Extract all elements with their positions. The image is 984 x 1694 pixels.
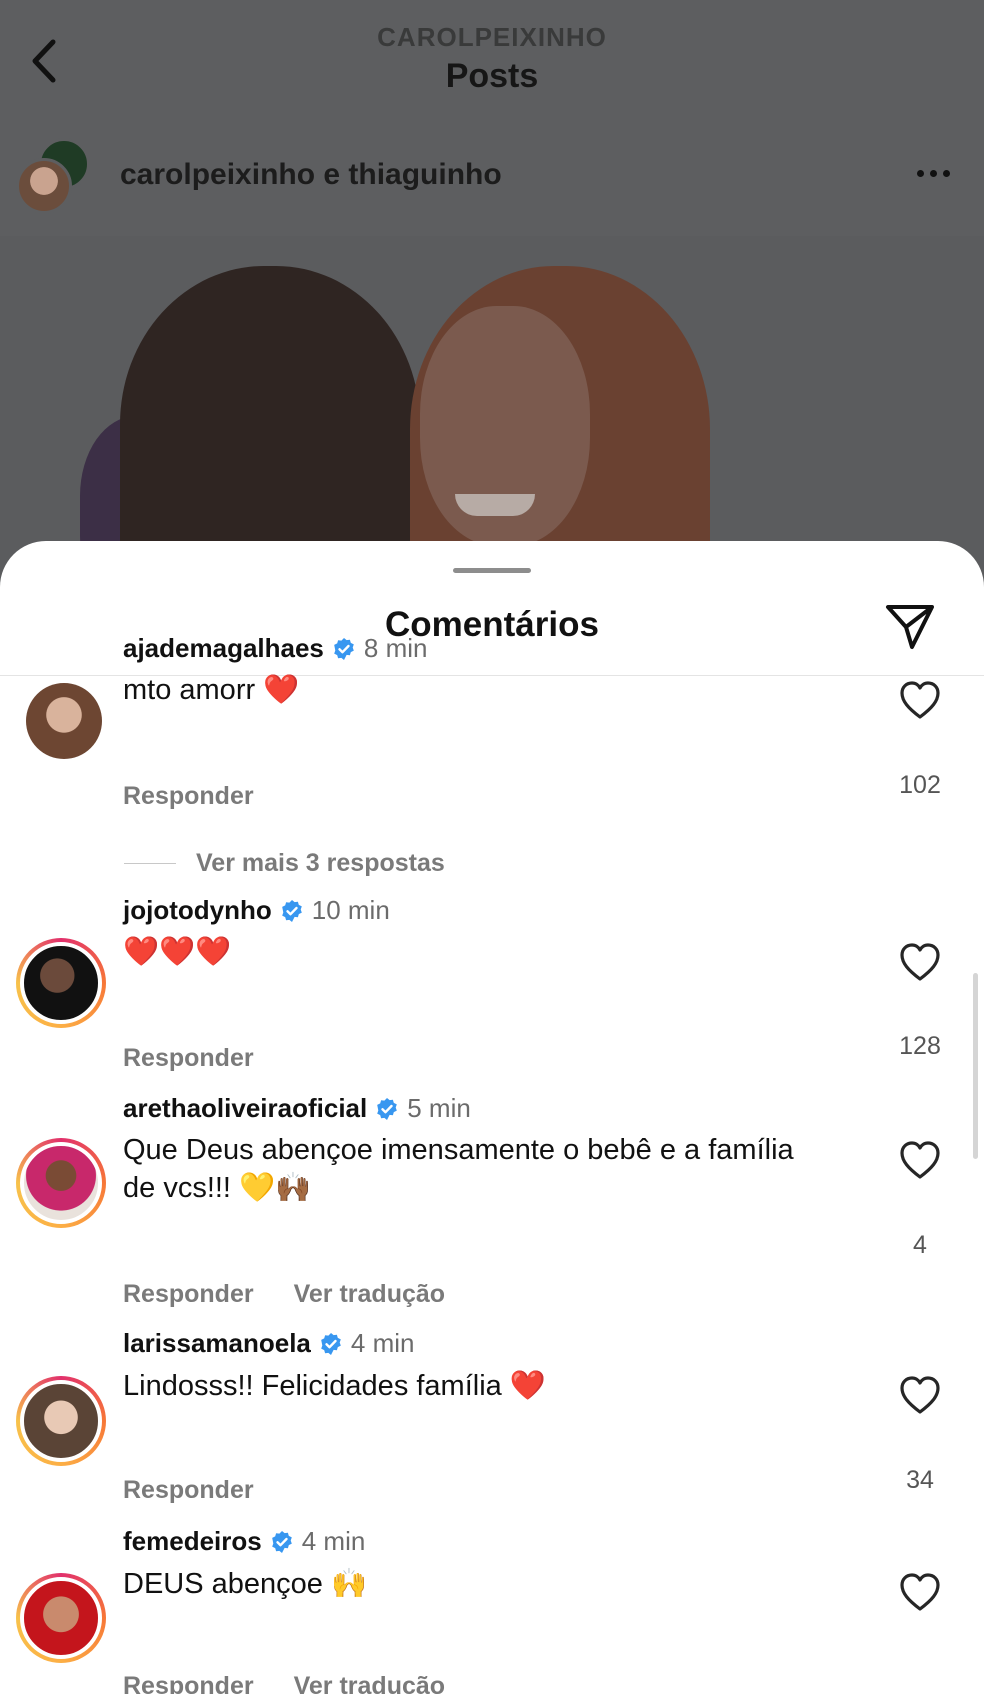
post-authors[interactable]: carolpeixinho e thiaguinho bbox=[120, 158, 502, 192]
avatar[interactable] bbox=[16, 1376, 106, 1466]
dot-icon bbox=[943, 170, 950, 177]
heart-icon[interactable] bbox=[898, 1139, 942, 1181]
comment-time: 8 min bbox=[363, 633, 428, 663]
comments-sheet: Comentários ajademagalhaes 8 min mto amo… bbox=[0, 541, 984, 1694]
comment-time: 10 min bbox=[311, 895, 390, 925]
comment-text: mto amorr ❤️ bbox=[123, 671, 803, 709]
sheet-grabber[interactable] bbox=[453, 568, 531, 573]
post-image bbox=[0, 236, 984, 566]
comment-time: 5 min bbox=[407, 1093, 471, 1123]
comment-user: jojotodynho 10 min bbox=[123, 895, 390, 926]
like-count: 102 bbox=[899, 771, 941, 799]
avatar[interactable] bbox=[26, 683, 102, 759]
post-header: carolpeixinho e thiaguinho bbox=[0, 118, 984, 236]
like-count: 4 bbox=[913, 1231, 927, 1259]
header-username: CAROLPEIXINHO bbox=[377, 22, 607, 52]
comment-actions: Responder Ver tradução bbox=[123, 1672, 445, 1694]
comment-actions: Responder bbox=[123, 782, 254, 811]
username[interactable]: ajademagalhaes bbox=[123, 633, 324, 664]
avatar-image bbox=[20, 1142, 102, 1224]
comment-user: femedeiros 4 min bbox=[123, 1526, 365, 1557]
comment-text: DEUS abençoe 🙌 bbox=[123, 1565, 803, 1603]
reply-button[interactable]: Responder bbox=[123, 1044, 254, 1073]
comment-text: ❤️❤️❤️ bbox=[123, 933, 803, 971]
top-bar: CAROLPEIXINHO Posts bbox=[0, 0, 984, 118]
comment-text: Que Deus abençoe imensamente o bebê e a … bbox=[123, 1131, 803, 1207]
avatar[interactable] bbox=[16, 1138, 106, 1228]
scrollbar[interactable] bbox=[973, 973, 978, 1159]
verified-badge-icon bbox=[334, 637, 354, 660]
emoji: 🙌 bbox=[330, 1568, 368, 1600]
comment-user: larissamanoela 4 min bbox=[123, 1328, 414, 1359]
reply-button[interactable]: Responder bbox=[123, 1476, 254, 1505]
avatar[interactable] bbox=[16, 938, 106, 1028]
comment-body: DEUS abençoe bbox=[123, 1568, 323, 1600]
view-more-replies-label[interactable]: Ver mais 3 respostas bbox=[196, 849, 445, 878]
dot-icon bbox=[930, 170, 937, 177]
avatar[interactable] bbox=[16, 1573, 106, 1663]
view-more-replies[interactable]: Ver mais 3 respostas bbox=[124, 849, 445, 878]
translate-button[interactable]: Ver tradução bbox=[294, 1672, 445, 1694]
comment-user: ajademagalhaes 8 min bbox=[123, 633, 427, 664]
username[interactable]: arethaoliveiraoficial bbox=[123, 1093, 367, 1124]
comment-body: mto amorr bbox=[123, 674, 256, 706]
avatar-image bbox=[20, 942, 102, 1024]
divider bbox=[124, 863, 176, 864]
avatar-image bbox=[20, 1577, 102, 1659]
avatar-image bbox=[20, 1380, 102, 1462]
photo-region bbox=[120, 266, 420, 566]
comment-actions: Responder bbox=[123, 1044, 254, 1073]
paper-plane-icon bbox=[886, 605, 934, 649]
photo-region bbox=[455, 494, 535, 516]
heart-icon[interactable] bbox=[898, 1571, 942, 1613]
verified-badge-icon bbox=[271, 1530, 292, 1553]
share-button[interactable] bbox=[882, 599, 938, 653]
username[interactable]: jojotodynho bbox=[123, 895, 272, 926]
reply-button[interactable]: Responder bbox=[123, 1280, 254, 1309]
verified-badge-icon bbox=[321, 1332, 341, 1355]
comment-body: Que Deus abençoe imensamente o bebê e a … bbox=[123, 1134, 794, 1204]
username[interactable]: femedeiros bbox=[123, 1526, 262, 1557]
avatar bbox=[16, 158, 72, 214]
reply-button[interactable]: Responder bbox=[123, 782, 254, 811]
emoji: ❤️❤️❤️ bbox=[123, 936, 232, 968]
collab-avatars[interactable] bbox=[16, 138, 92, 214]
emoji: ❤️ bbox=[509, 1370, 546, 1402]
emoji: ❤️ bbox=[263, 674, 300, 706]
comment-user: arethaoliveiraoficial 5 min bbox=[123, 1093, 471, 1124]
like-count: 34 bbox=[906, 1466, 934, 1494]
translate-button[interactable]: Ver tradução bbox=[294, 1280, 445, 1309]
comment-time: 4 min bbox=[350, 1328, 415, 1358]
reply-button[interactable]: Responder bbox=[123, 1672, 254, 1694]
comment-body: Lindosss!! Felicidades família bbox=[123, 1370, 502, 1402]
comment-actions: Responder bbox=[123, 1476, 254, 1505]
emoji: 💛🙌🏾 bbox=[239, 1172, 312, 1204]
verified-badge-icon bbox=[377, 1097, 398, 1120]
heart-icon[interactable] bbox=[898, 941, 942, 983]
like-count: 128 bbox=[899, 1032, 941, 1060]
page-title: Posts bbox=[445, 57, 539, 95]
comment-text: Lindosss!! Felicidades família ❤️ bbox=[123, 1367, 803, 1405]
heart-icon[interactable] bbox=[898, 1374, 942, 1416]
heart-icon[interactable] bbox=[898, 679, 942, 721]
comment-time: 4 min bbox=[301, 1526, 366, 1556]
verified-badge-icon bbox=[281, 899, 302, 922]
comment-actions: Responder Ver tradução bbox=[123, 1280, 445, 1309]
username[interactable]: larissamanoela bbox=[123, 1328, 311, 1359]
dot-icon bbox=[917, 170, 924, 177]
more-options-button[interactable] bbox=[917, 170, 950, 177]
